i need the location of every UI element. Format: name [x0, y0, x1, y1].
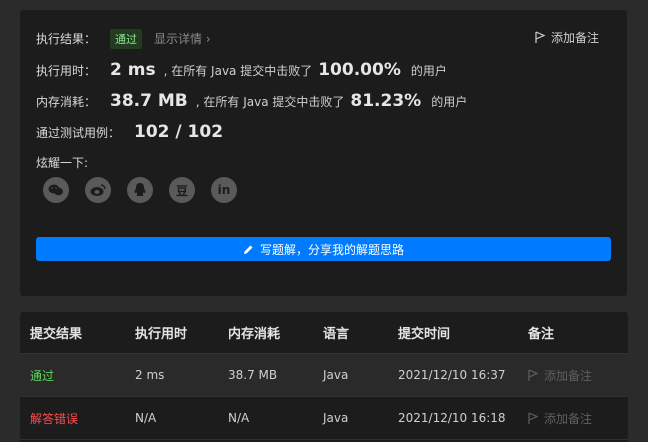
tests-value: 102 / 102	[134, 122, 224, 142]
row-add-note-button[interactable]: 添加备注	[528, 410, 592, 427]
header-result: 提交结果	[30, 327, 83, 342]
share-row-label: 炫耀一下:	[36, 154, 88, 171]
row-note-label: 添加备注	[544, 368, 593, 383]
runtime-text: , 在所有 Java 提交中击败了	[163, 64, 313, 78]
row-language: Java	[323, 368, 349, 382]
add-note-label: 添加备注	[550, 31, 599, 45]
write-solution-label: 写题解，分享我的解题思路	[259, 242, 404, 257]
runtime-value: 2 ms	[110, 60, 156, 80]
runtime-label: 执行用时：	[36, 64, 97, 78]
tests-label: 通过测试用例：	[36, 126, 121, 140]
show-details-link[interactable]: 显示详情 ›	[154, 30, 211, 47]
runtime-row: 执行用时： 2 ms , 在所有 Java 提交中击败了 100.00% 的用户	[36, 60, 447, 80]
result-row: 执行结果： 通过 显示详情 ›	[36, 29, 211, 49]
flag-icon	[528, 411, 538, 424]
submissions-table: 提交结果 执行用时 内存消耗 语言 提交时间 备注 通过 2 ms 38.7 M…	[20, 312, 628, 442]
tests-row: 通过测试用例： 102 / 102	[36, 122, 231, 142]
header-time: 提交时间	[398, 327, 451, 342]
row-note-label: 添加备注	[544, 411, 593, 426]
add-note-button[interactable]: 添加备注	[535, 29, 599, 46]
memory-tail: 的用户	[431, 95, 468, 109]
memory-row: 内存消耗： 38.7 MB , 在所有 Java 提交中击败了 81.23% 的…	[36, 91, 467, 111]
status-badge: 通过	[110, 29, 143, 49]
memory-value: 38.7 MB	[110, 91, 188, 111]
share-buttons: 豆 in	[43, 177, 237, 203]
row-time: 2021/12/10 16:18	[398, 411, 506, 425]
qq-icon[interactable]	[127, 177, 153, 203]
table-row: 通过 2 ms 38.7 MB Java 2021/12/10 16:37 添加…	[20, 354, 628, 397]
linkedin-icon[interactable]: in	[211, 177, 237, 203]
header-language: 语言	[323, 327, 350, 342]
table-row: 解答错误 N/A N/A Java 2021/12/10 16:18 添加备注	[20, 397, 628, 440]
memory-text: , 在所有 Java 提交中击败了	[195, 95, 345, 109]
header-note: 备注	[528, 327, 555, 342]
douban-icon[interactable]: 豆	[169, 177, 195, 203]
share-label: 炫耀一下:	[36, 156, 89, 170]
wechat-icon[interactable]	[43, 177, 69, 203]
header-runtime: 执行用时	[135, 327, 188, 342]
row-language: Java	[323, 411, 349, 425]
result-card: 执行结果： 通过 显示详情 › 添加备注 执行用时： 2 ms , 在所有 Ja…	[20, 10, 627, 296]
result-label: 执行结果：	[36, 32, 97, 46]
result-accepted-link[interactable]: 通过	[30, 367, 54, 384]
flag-icon	[528, 368, 538, 381]
table-header: 提交结果 执行用时 内存消耗 语言 提交时间 备注	[20, 312, 628, 354]
memory-percent: 81.23%	[350, 91, 422, 111]
row-runtime: 2 ms	[135, 368, 165, 382]
memory-label: 内存消耗：	[36, 95, 97, 109]
weibo-icon[interactable]	[85, 177, 111, 203]
runtime-percent: 100.00%	[318, 60, 401, 80]
row-time: 2021/12/10 16:37	[398, 368, 506, 382]
row-runtime: N/A	[135, 411, 157, 425]
row-memory: N/A	[228, 411, 250, 425]
write-solution-button[interactable]: 写题解，分享我的解题思路	[36, 237, 611, 261]
pencil-icon	[243, 245, 253, 254]
row-memory: 38.7 MB	[228, 368, 278, 382]
result-wrong-answer-link[interactable]: 解答错误	[30, 410, 78, 427]
flag-icon	[535, 31, 545, 43]
header-memory: 内存消耗	[228, 327, 281, 342]
runtime-tail: 的用户	[410, 64, 447, 78]
row-add-note-button[interactable]: 添加备注	[528, 367, 592, 384]
